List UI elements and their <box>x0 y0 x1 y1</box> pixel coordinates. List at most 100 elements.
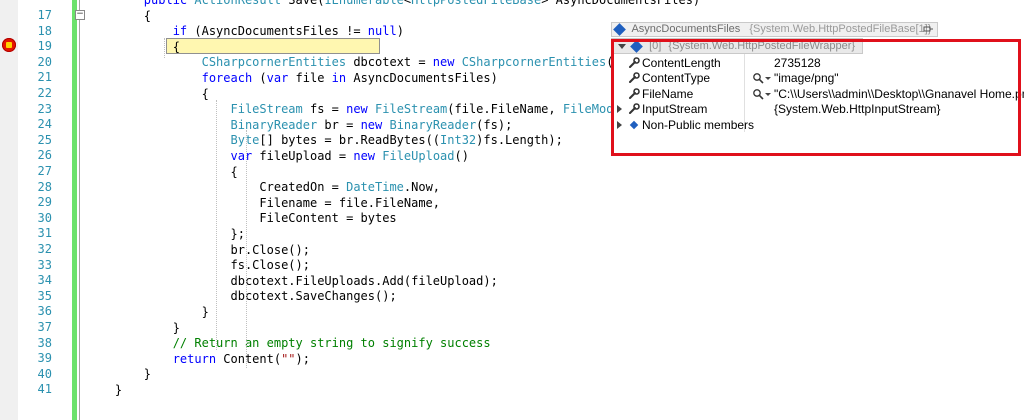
property-value: "C:\\Users\\admin\\Desktop\\Gnanavel Hom… <box>774 86 1024 101</box>
code-line[interactable]: public ActionResult Save(IEnumerable<Htt… <box>86 0 700 8</box>
code-token: fs.Close(); <box>230 258 310 273</box>
code-line[interactable]: dbcotext.SaveChanges(); <box>86 289 397 304</box>
datatip-header[interactable]: AsyncDocumentsFiles {System.Web.HttpPost… <box>611 22 938 37</box>
code-line[interactable]: CreatedOn = DateTime.Now, <box>86 180 440 195</box>
code-line[interactable]: BinaryReader br = new BinaryReader(fs); <box>86 117 513 133</box>
datatip-property-row[interactable]: Non-Public members <box>612 118 1020 133</box>
code-token: FileContent = bytes <box>259 211 397 226</box>
property-name: ContentLength <box>642 56 721 70</box>
code-line[interactable]: } <box>86 367 151 382</box>
code-token: br.Close(); <box>230 242 310 257</box>
code-line[interactable]: FileContent = bytes <box>86 211 397 226</box>
line-number: 25 <box>37 132 52 147</box>
line-number: 32 <box>37 242 52 256</box>
code-token: new <box>346 102 376 117</box>
code-token: Filename = file.FileName, <box>259 195 441 210</box>
code-token: foreach <box>201 71 253 85</box>
code-token: > AsyncDocumentsFiles) <box>541 0 701 7</box>
code-token: DateTime <box>346 180 404 195</box>
code-token: dbcotext.FileUploads.Add(fileUpload); <box>230 273 498 288</box>
code-line[interactable]: dbcotext.FileUploads.Add(fileUpload); <box>86 274 498 289</box>
pin-icon[interactable] <box>923 25 933 33</box>
expand-arrow-icon[interactable] <box>617 105 622 114</box>
visualizer-magnifier-icon[interactable] <box>752 88 764 100</box>
line-number: 34 <box>37 273 52 288</box>
line-number: 24 <box>37 117 52 132</box>
wrench-icon <box>629 57 640 68</box>
code-line[interactable]: } <box>86 383 122 398</box>
code-token: { <box>201 86 209 101</box>
code-line[interactable]: } <box>86 305 209 320</box>
code-token: } <box>143 367 152 382</box>
code-token: () <box>454 149 469 163</box>
line-number: 19 <box>37 39 52 54</box>
code-line[interactable]: br.Close(); <box>86 243 310 258</box>
collapse-region-icon[interactable]: − <box>75 10 85 20</box>
code-token: null <box>367 24 397 39</box>
datatip-var-value: {System.Web.HttpPostedFileBase[1]} <box>749 23 932 35</box>
code-token: (AsyncDocumentsFiles != <box>187 24 368 39</box>
code-line[interactable]: { <box>86 87 209 102</box>
datatip-child-value: {System.Web.HttpPostedFileWrapper} <box>668 40 856 52</box>
code-token: (fs); <box>476 117 513 132</box>
expand-arrow-icon[interactable] <box>617 120 622 129</box>
code-token: } <box>114 383 123 397</box>
gem-icon <box>629 120 639 129</box>
code-token: CreatedOn = <box>259 180 347 195</box>
code-line[interactable]: { <box>86 9 151 24</box>
code-line[interactable]: Byte[] bytes = br.ReadBytes((Int32)fs.Le… <box>86 133 563 148</box>
code-line[interactable]: // Return an empty string to signify suc… <box>86 336 491 351</box>
code-line[interactable]: var fileUpload = new FileUpload() <box>86 149 469 164</box>
code-token: FileStream <box>230 102 303 117</box>
line-number: 31 <box>37 226 52 241</box>
expand-gem-icon <box>613 22 626 36</box>
datatip-child-row[interactable]: [0] {System.Web.HttpPostedFileWrapper} <box>611 38 863 54</box>
line-number: 35 <box>37 288 52 303</box>
code-line[interactable]: } <box>86 321 180 336</box>
line-number: 36 <box>37 304 52 319</box>
datatip-property-row[interactable]: InputStream {System.Web.HttpInputStream} <box>612 102 1020 117</box>
code-line[interactable]: { <box>86 165 238 180</box>
visualizer-magnifier-icon[interactable] <box>752 72 764 84</box>
property-name: ContentType <box>642 71 711 86</box>
visualizer-dropdown-icon[interactable] <box>765 92 771 96</box>
code-token: in <box>331 71 347 85</box>
code-line[interactable]: Filename = file.FileName, <box>86 196 440 211</box>
datatip-property-row[interactable]: ContentType "image/png" <box>612 71 1020 86</box>
code-line[interactable]: if (AsyncDocumentsFiles != null) <box>86 24 404 39</box>
datatip-child-name: [0] <box>649 40 662 52</box>
line-number: 40 <box>37 366 52 381</box>
code-token: ( <box>252 71 267 85</box>
code-line[interactable]: fs.Close(); <box>86 258 310 273</box>
code-line[interactable]: CSharpcornerEntities dbcotext = new CSha… <box>86 55 628 70</box>
line-number: 33 <box>37 257 52 272</box>
code-token: public <box>143 0 195 7</box>
datatip-property-row[interactable]: FileName "C:\\Users\\admin\\Desktop\\Gnan… <box>612 87 1024 102</box>
code-line[interactable]: { <box>86 40 180 55</box>
visualizer-dropdown-icon[interactable] <box>765 77 771 81</box>
code-token: // Return an empty string to signify suc… <box>172 336 491 351</box>
code-token: BinaryReader <box>389 117 477 132</box>
code-line[interactable]: foreach (var file in AsyncDocumentsFiles… <box>86 71 498 86</box>
code-token: dbcotext = <box>346 55 433 70</box>
code-token: CSharpcornerEntities <box>201 55 347 70</box>
code-token: }; <box>230 227 245 241</box>
property-name: Non-Public members <box>642 117 755 132</box>
line-number: 30 <box>37 210 52 225</box>
code-token: { <box>172 39 180 54</box>
line-number: 38 <box>37 335 52 350</box>
indent-guide <box>246 130 247 368</box>
collapse-triangle-icon[interactable] <box>618 43 626 49</box>
code-line[interactable]: FileStream fs = new FileStream(file.File… <box>86 102 657 117</box>
line-number: 20 <box>37 54 52 69</box>
indent-guide <box>164 38 165 58</box>
datatip-property-row[interactable]: ContentLength 2735128 <box>612 56 1020 71</box>
code-line[interactable]: }; <box>86 227 245 242</box>
code-token: FileUpload <box>382 149 455 163</box>
outline-guide <box>79 0 80 420</box>
line-number: 18 <box>37 23 52 38</box>
code-line[interactable]: return Content(""); <box>86 352 310 367</box>
code-token: { <box>230 164 238 179</box>
code-token: { <box>143 8 152 23</box>
breakpoint-margin[interactable] <box>0 0 18 420</box>
